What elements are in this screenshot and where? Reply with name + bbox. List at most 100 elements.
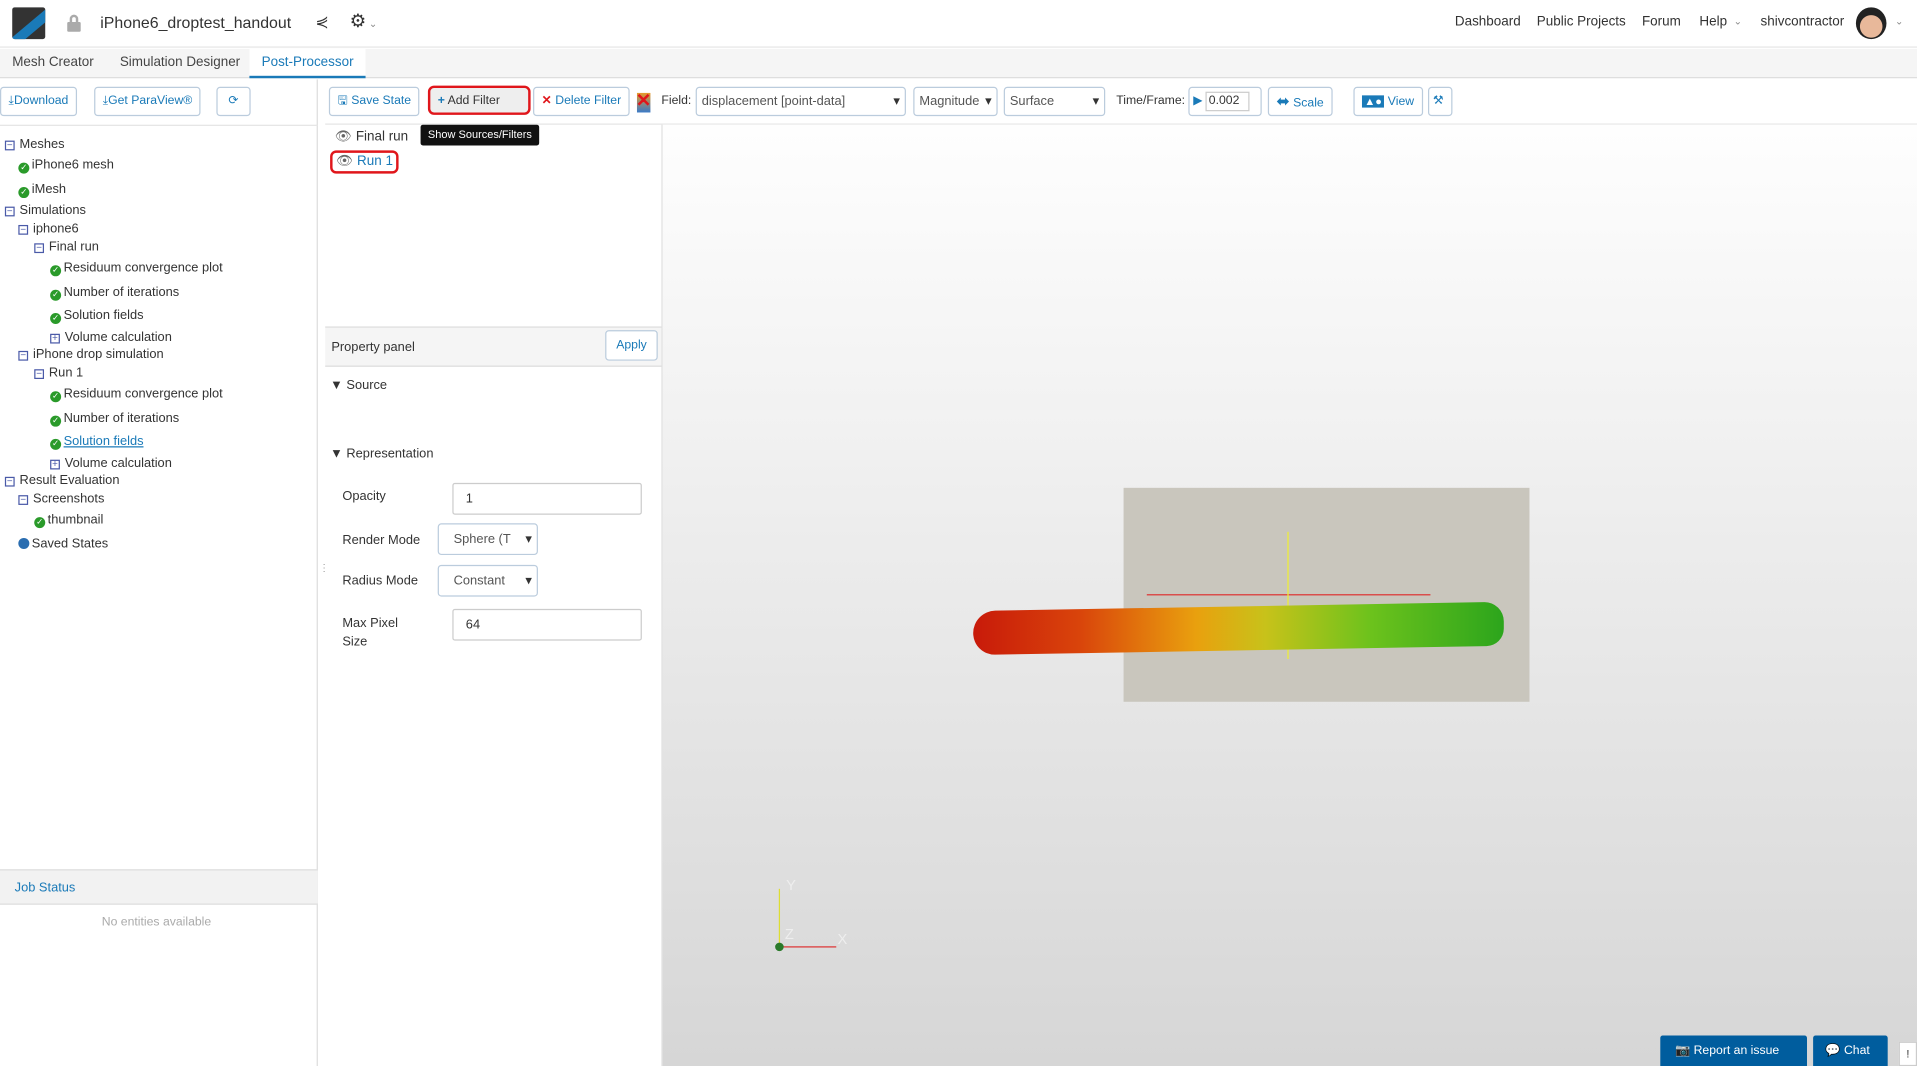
tree-item-label: Screenshots	[33, 491, 105, 507]
view-button[interactable]: ▲● View	[1353, 86, 1423, 117]
check-circle-icon[interactable]: ✓	[18, 162, 30, 174]
check-circle-icon[interactable]: ✓	[50, 312, 62, 324]
collapse-icon[interactable]: −	[34, 243, 45, 254]
check-circle-icon[interactable]: ✓	[18, 187, 30, 199]
tree-item-label: iMesh	[31, 182, 67, 197]
pipeline-browser: 👁 Final run 👁 Run 1	[325, 124, 663, 327]
axis-label-z: Z	[784, 925, 794, 943]
check-circle-icon[interactable]: ✓	[50, 289, 62, 301]
tree-item[interactable]: ✓ iPhone6 mesh	[18, 158, 114, 174]
collapse-icon[interactable]: −	[18, 495, 29, 505]
gear-icon[interactable]: ⚙ ⌄	[350, 10, 377, 32]
tree-item[interactable]: − iPhone drop simulation	[18, 347, 164, 362]
save-icon: 🖫	[337, 94, 348, 108]
feedback-tab[interactable]: !	[1898, 1041, 1917, 1066]
representation-select[interactable]: Surface	[1003, 86, 1106, 117]
nav-forum[interactable]: Forum	[1642, 15, 1681, 30]
camera-icon: 📷	[1674, 1044, 1691, 1058]
nav-public-projects[interactable]: Public Projects	[1537, 15, 1626, 30]
tree-item[interactable]: ✓ Number of iterations	[50, 411, 179, 427]
tab-post-processor[interactable]: Post-Processor	[249, 48, 366, 79]
user-menu[interactable]: shivcontractor	[1761, 15, 1845, 30]
representation-section[interactable]: ▼ Representation	[330, 446, 433, 461]
delete-filter-button[interactable]: ✕ Delete Filter	[533, 86, 630, 117]
collapse-icon[interactable]: −	[4, 206, 15, 217]
collapse-icon[interactable]: −	[4, 140, 15, 151]
tree-item[interactable]: − Final run	[34, 240, 99, 254]
report-issue-button[interactable]: 📷 Report an issue	[1660, 1035, 1808, 1066]
nav-help[interactable]: Help	[1699, 15, 1727, 30]
tree-item[interactable]: − Run 1	[34, 365, 84, 381]
tree-item[interactable]: ✓ Solution fields	[50, 308, 144, 324]
collapse-icon[interactable]: −	[4, 476, 15, 487]
tab-mesh-creator[interactable]: Mesh Creator	[0, 49, 106, 78]
expand-icon[interactable]: +	[50, 459, 60, 470]
avatar[interactable]	[1855, 7, 1887, 40]
screenshot-tool-button[interactable]: ⚒	[1427, 86, 1453, 117]
tree-item[interactable]: ✓ Residuum convergence plot	[50, 260, 223, 277]
3d-viewport[interactable]: Y Z X	[662, 124, 1917, 1066]
tree-item-label: iPhone drop simulation	[33, 347, 164, 362]
check-circle-icon[interactable]: ✓	[50, 438, 62, 450]
tree-item[interactable]: ✓ Residuum convergence plot	[50, 386, 223, 403]
apply-button[interactable]: Apply	[605, 330, 658, 361]
add-filter-button[interactable]: + Add Filter	[427, 85, 531, 115]
check-circle-icon[interactable]: ✓	[34, 517, 46, 529]
chat-button[interactable]: 💬 Chat	[1813, 1035, 1888, 1066]
pipeline-item[interactable]: 👁 Final run	[335, 128, 408, 145]
tree-item-label: Simulations	[19, 202, 86, 218]
refresh-button[interactable]: ⟳	[216, 86, 251, 117]
tree-item[interactable]: ✓ thumbnail	[34, 512, 103, 529]
colormap-reset-icon[interactable]: ✕	[636, 90, 651, 113]
caret-down-icon: ▼	[330, 446, 343, 461]
tree-item[interactable]: Saved States	[18, 537, 108, 551]
save-state-button[interactable]: 🖫 Save State	[328, 86, 420, 117]
nav-dashboard[interactable]: Dashboard	[1455, 15, 1521, 30]
circle-icon[interactable]	[18, 537, 30, 549]
tree-item[interactable]: ✓ Number of iterations	[50, 285, 179, 301]
scale-button[interactable]: ⬌ Scale	[1267, 86, 1333, 117]
source-section[interactable]: ▼ Source	[330, 378, 387, 393]
tree-item[interactable]: − Screenshots	[18, 491, 104, 506]
render-mode-select[interactable]: Sphere (T	[437, 523, 538, 556]
get-paraview-button[interactable]: ⤓Get ParaView®	[94, 86, 201, 117]
expand-icon[interactable]: +	[50, 333, 60, 344]
property-panel-title: Property panel	[331, 339, 415, 355]
tree-item[interactable]: − iphone6	[18, 221, 79, 236]
tree-item[interactable]: ✓ iMesh	[18, 182, 67, 199]
app-logo[interactable]	[12, 7, 46, 40]
collapse-icon[interactable]: −	[34, 369, 45, 380]
tree-item[interactable]: ✓ Solution fields	[50, 434, 144, 450]
max-pixel-size-input[interactable]: 64	[452, 608, 642, 641]
chevron-down-icon[interactable]: ⌄	[1895, 16, 1903, 27]
tree-item[interactable]: − Result Evaluation	[4, 473, 120, 488]
tree-item[interactable]: − Meshes	[4, 137, 65, 152]
tree-item-label: Number of iterations	[63, 410, 180, 426]
tree-item[interactable]: + Volume calculation	[50, 330, 172, 345]
tree-item[interactable]: + Volume calculation	[50, 456, 172, 471]
collapse-icon[interactable]: −	[18, 350, 29, 361]
pipeline-item-selected[interactable]: 👁 Run 1	[330, 150, 399, 174]
left-panel: ⤓Download ⤓Get ParaView® ⟳ − Meshes ✓ iPhon…	[0, 79, 318, 1066]
share-icon[interactable]: ⋞	[315, 12, 328, 32]
check-circle-icon[interactable]: ✓	[50, 415, 62, 427]
job-status-header: Job Status	[0, 869, 318, 905]
collapse-icon[interactable]: −	[18, 224, 29, 235]
radius-mode-select[interactable]: Constant	[437, 564, 538, 597]
download-button[interactable]: ⤓Download	[0, 86, 77, 117]
tree-item-label: Volume calculation	[64, 330, 172, 345]
chevron-down-icon[interactable]: ⌄	[1734, 16, 1742, 27]
eye-icon[interactable]: 👁	[335, 130, 352, 145]
tree-item-label: Residuum convergence plot	[63, 386, 223, 402]
tab-simulation-designer[interactable]: Simulation Designer	[108, 49, 253, 78]
field-select[interactable]: displacement [point-data]	[695, 86, 906, 117]
tree-item-label: Run 1	[48, 365, 84, 381]
opacity-input[interactable]: 1	[452, 482, 642, 515]
component-select[interactable]: Magnitude	[913, 86, 998, 117]
time-frame-control[interactable]: ▶ 0.002	[1188, 86, 1262, 117]
check-circle-icon[interactable]: ✓	[50, 391, 62, 403]
tree-item-label: Result Evaluation	[19, 473, 120, 488]
tree-item[interactable]: − Simulations	[4, 202, 86, 218]
check-circle-icon[interactable]: ✓	[50, 265, 62, 277]
eye-icon[interactable]: 👁	[336, 154, 353, 169]
